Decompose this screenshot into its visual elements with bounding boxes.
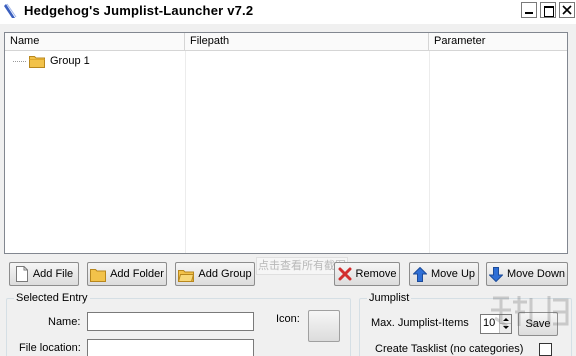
list-item-name: Group 1	[50, 55, 90, 67]
move-up-button[interactable]: Move Up	[409, 262, 479, 286]
max-jumplist-items-label: Max. Jumplist-Items	[371, 317, 469, 329]
name-field[interactable]	[87, 312, 254, 331]
folder-icon	[29, 56, 45, 68]
add-folder-button[interactable]: Add Folder	[87, 262, 167, 286]
icon-label: Icon:	[276, 313, 300, 325]
maximize-button[interactable]	[540, 2, 556, 18]
column-divider	[185, 51, 186, 253]
list-item[interactable]: Group 1	[13, 54, 90, 68]
close-button[interactable]	[559, 2, 575, 18]
column-header-name[interactable]: Name	[5, 33, 185, 50]
column-header-parameter[interactable]: Parameter	[429, 33, 567, 50]
icon-picker-button[interactable]	[308, 310, 340, 342]
minimize-button[interactable]	[521, 2, 537, 18]
remove-button[interactable]: Remove	[334, 262, 400, 286]
window-title: Hedgehog's Jumplist-Launcher v7.2	[24, 3, 254, 18]
add-file-button[interactable]: Add File	[9, 262, 79, 286]
watermark-logo	[491, 296, 569, 328]
file-location-field[interactable]	[87, 339, 254, 356]
list-header: Name Filepath Parameter	[5, 33, 567, 51]
add-group-button[interactable]: Add Group	[175, 262, 255, 286]
entries-list[interactable]: Name Filepath Parameter Group 1	[4, 32, 568, 254]
add-group-label: Add Group	[198, 268, 252, 280]
file-location-label: File location:	[19, 342, 81, 354]
add-file-label: Add File	[32, 268, 74, 280]
remove-label: Remove	[355, 268, 397, 280]
file-icon	[15, 266, 28, 282]
title-bar[interactable]: Hedgehog's Jumplist-Launcher v7.2	[0, 0, 576, 24]
app-icon	[4, 3, 17, 18]
create-tasklist-checkbox[interactable]	[539, 343, 552, 356]
move-up-label: Move Up	[430, 268, 476, 280]
close-icon	[562, 5, 572, 15]
column-divider	[429, 51, 430, 253]
move-down-button[interactable]: Move Down	[486, 262, 568, 286]
folder-group-icon	[178, 269, 195, 282]
column-header-filepath[interactable]: Filepath	[185, 33, 429, 50]
arrow-up-icon	[412, 266, 427, 282]
selected-entry-title: Selected Entry	[14, 292, 90, 305]
tree-connector	[13, 60, 26, 62]
move-down-label: Move Down	[506, 268, 566, 280]
arrow-down-icon	[488, 266, 503, 282]
remove-icon	[338, 267, 352, 281]
name-label: Name:	[48, 316, 81, 328]
app-window: Hedgehog's Jumplist-Launcher v7.2 Name F…	[0, 0, 576, 356]
jumplist-title: Jumplist	[367, 292, 412, 305]
create-tasklist-label: Create Tasklist (no categories)	[375, 343, 524, 355]
folder-icon	[90, 268, 107, 282]
add-folder-label: Add Folder	[110, 268, 164, 280]
